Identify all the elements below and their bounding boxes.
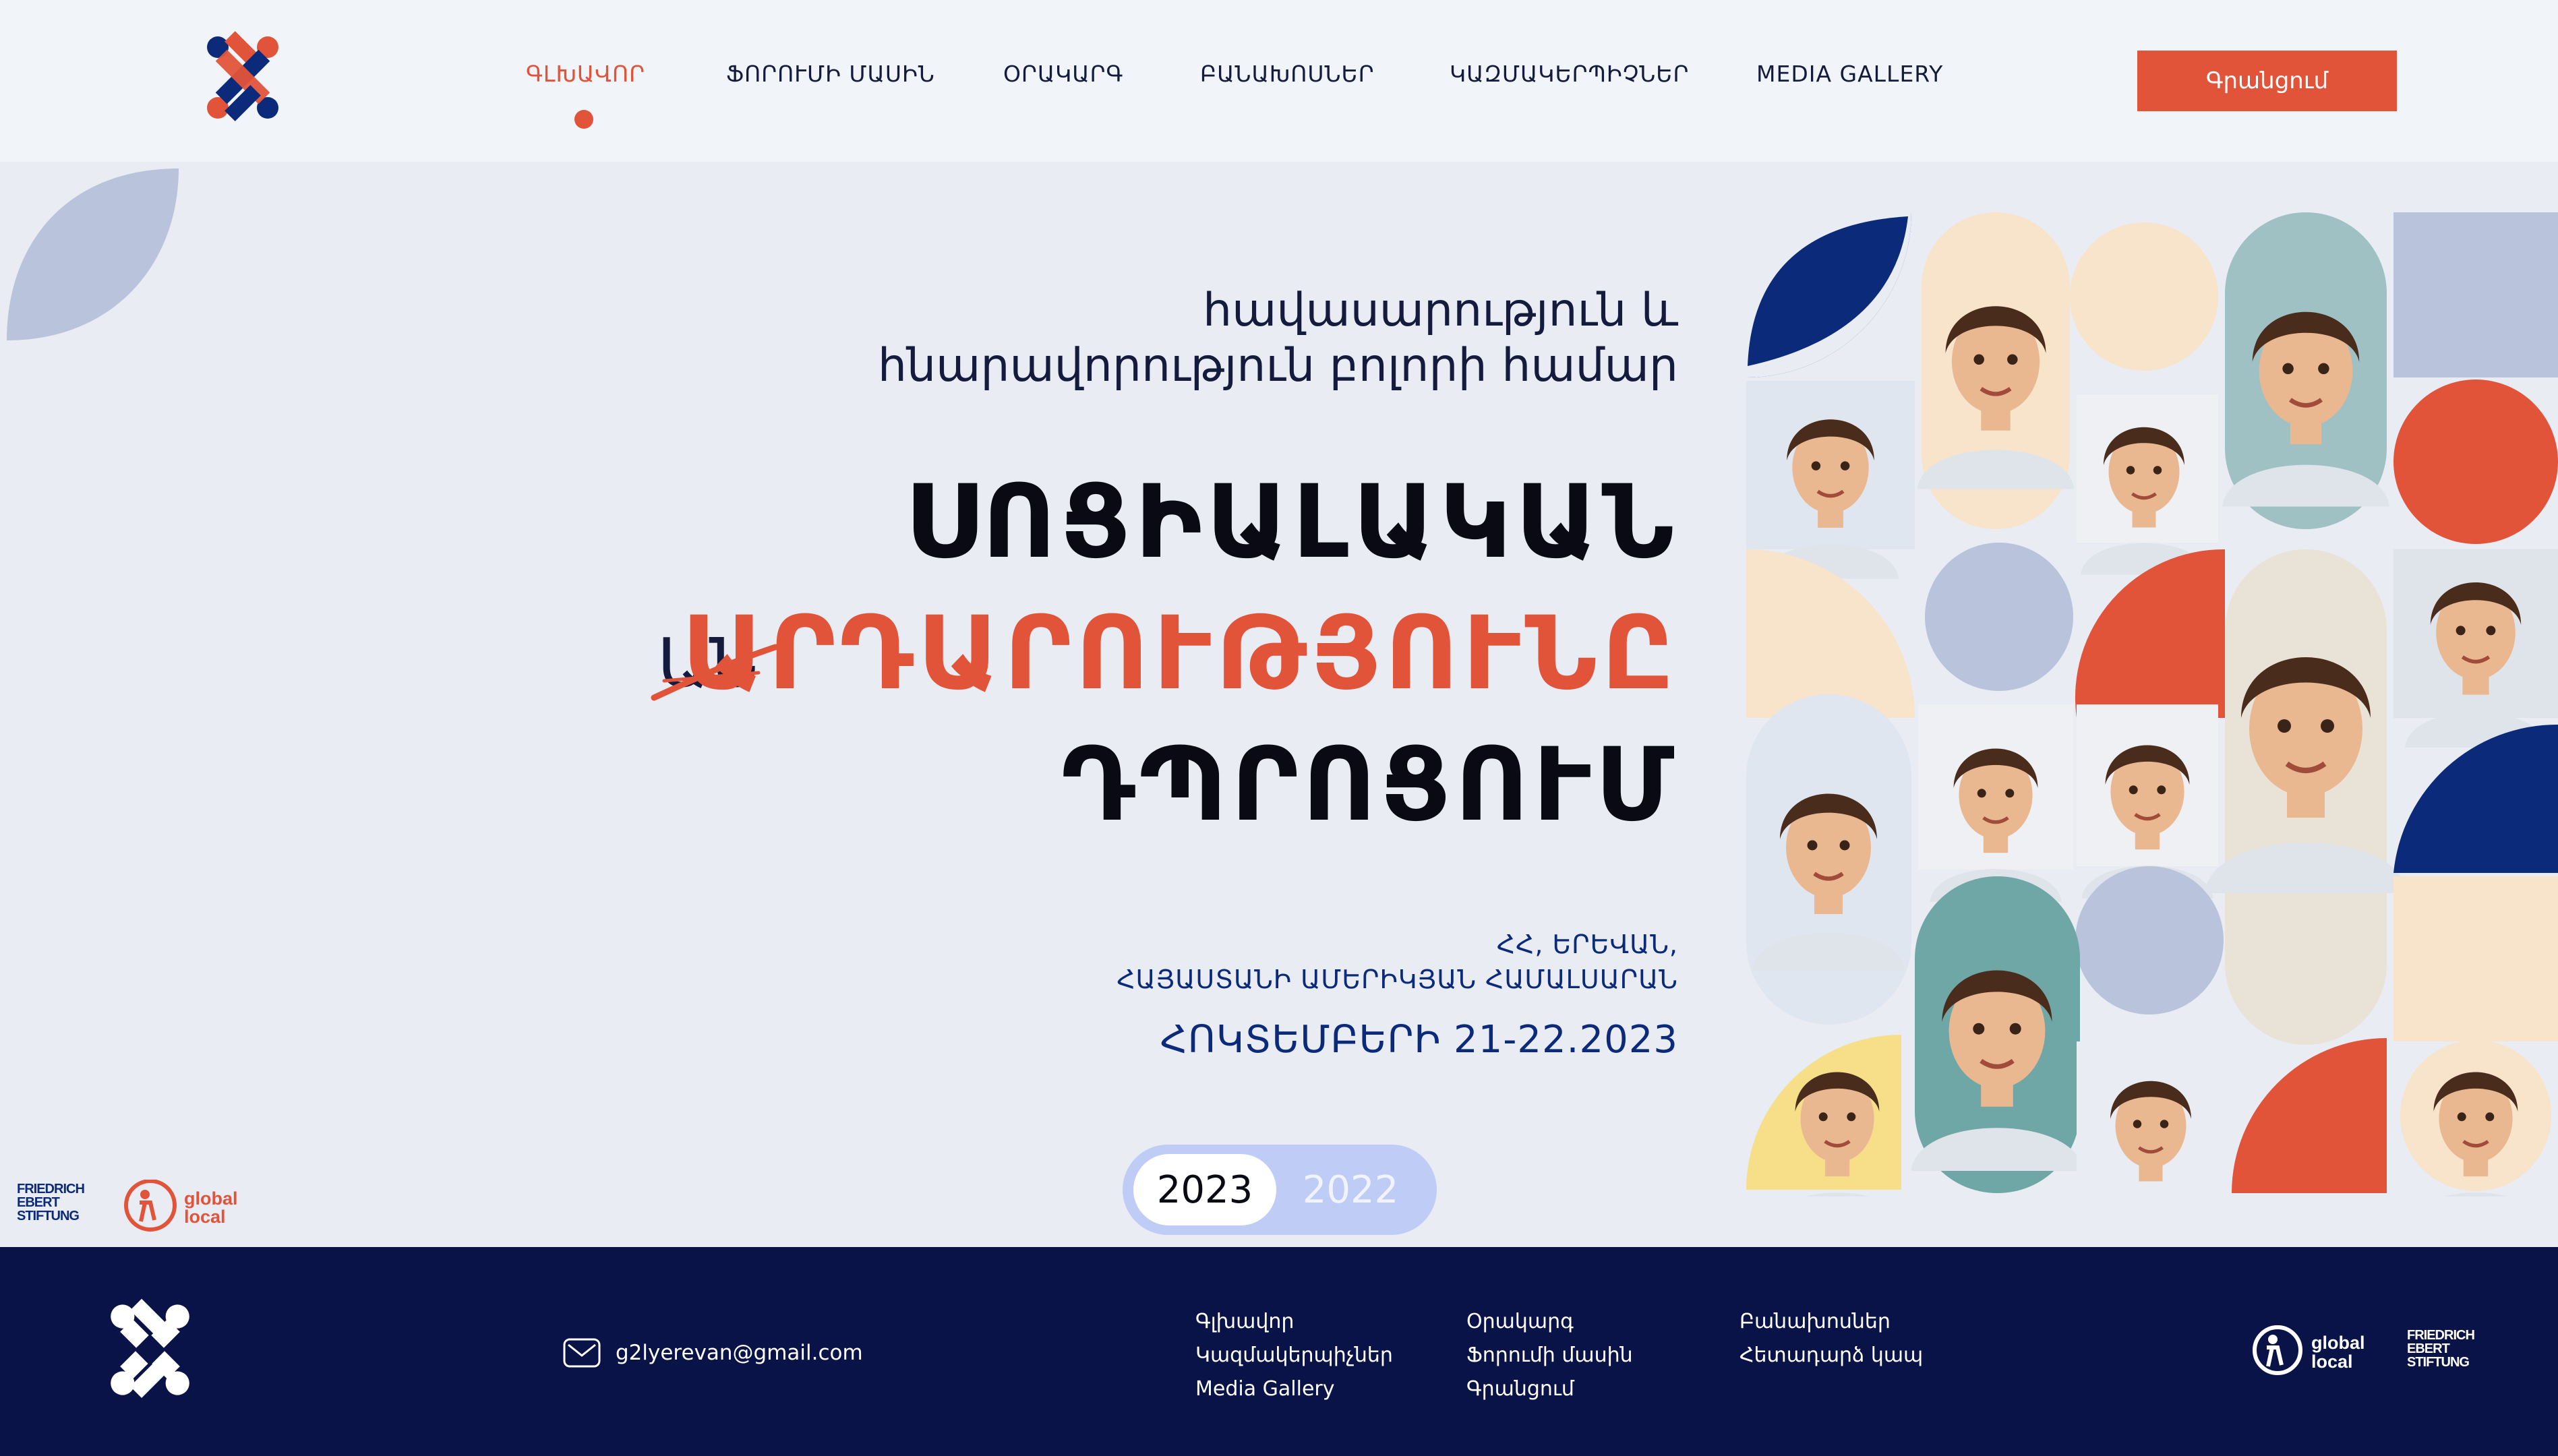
- event-date: ՀՈԿՏԵՄԲԵՐԻ 21-22.2023: [1160, 1018, 1678, 1062]
- footer-email-link[interactable]: g2lyerevan@gmail.com: [563, 1338, 863, 1368]
- footer-email-text: g2lyerevan@gmail.com: [616, 1341, 863, 1365]
- nav-item-about[interactable]: ՖՈՐՈՒՄԻ ՄԱՍԻՆ: [726, 61, 935, 87]
- footer-partner-logos: global local FRIEDRICH EBERT STIFTUNG: [2253, 1325, 2475, 1375]
- hero-title-line-3: ԴՊՐՈՑՈՒՄ: [1061, 727, 1678, 844]
- g2l-top-text: global: [184, 1188, 238, 1209]
- nav-item-organizers[interactable]: ԿԱԶՄԱԿԵՐՊԻՉՆԵՐ: [1450, 61, 1689, 87]
- footer-links-col-1: Գլխավոր Կազմակերպիչներ Media Gallery: [1195, 1305, 1393, 1406]
- fes-logo-line-2: EBERT: [17, 1195, 60, 1210]
- footer-links-col-2: Օրակարգ Ֆորումի մասին Գրանցում: [1466, 1305, 1633, 1406]
- footer-link-speakers[interactable]: Բանախոսներ: [1739, 1305, 1923, 1339]
- tagline-line-1: հավասարություն և: [1203, 284, 1678, 337]
- global-to-local-logo: global local: [124, 1180, 238, 1232]
- footer-link-about[interactable]: Ֆորումի մասին: [1466, 1339, 1633, 1372]
- forum-logo[interactable]: [192, 27, 293, 128]
- footer-fes-line-2: EBERT: [2407, 1341, 2450, 1356]
- site-header: ԳԼԽԱՎՈՐ ՖՈՐՈՒՄԻ ՄԱՍԻՆ ՕՐԱԿԱՐԳ ԲԱՆԱԽՈՍՆԵՐ…: [0, 0, 2558, 162]
- hero-title-line-2: ԱՐԴԱՐՈՒԹՅՈՒՆԸ: [682, 595, 1678, 712]
- event-location: ՀՀ, ԵՐԵՎԱՆ, ՀԱՅԱՍՏԱՆԻ ԱՄԵՐԻԿՅԱՆ ՀԱՄԱԼՍԱՐ…: [1117, 927, 1678, 997]
- year-option-2023[interactable]: 2023: [1133, 1154, 1276, 1225]
- footer-link-register[interactable]: Գրանցում: [1466, 1372, 1633, 1406]
- nav-item-home[interactable]: ԳԼԽԱՎՈՐ: [526, 61, 645, 87]
- fes-logo-line-3: STIFTUNG: [17, 1209, 79, 1223]
- footer-link-home[interactable]: Գլխավոր: [1195, 1305, 1393, 1339]
- footer-global-to-local-logo: global local: [2253, 1325, 2365, 1375]
- fes-logo-line-1: FRIEDRICH: [17, 1182, 84, 1196]
- footer-fes-line-3: STIFTUNG: [2407, 1355, 2469, 1370]
- partner-logos: FRIEDRICH EBERT STIFTUNG global local: [17, 1180, 238, 1232]
- footer-g2l-bottom-text: local: [2311, 1352, 2353, 1372]
- hero-tagline: հավասարություն և հնարավորություն բոլորի …: [878, 283, 1678, 394]
- footer-fes-logo: FRIEDRICH EBERT STIFTUNG: [2407, 1328, 2475, 1370]
- footer-link-agenda[interactable]: Օրակարգ: [1466, 1305, 1633, 1339]
- hero-title-line-1: ՍՈՑԻԱԼԱԿԱՆ: [904, 464, 1678, 581]
- year-switcher: 2023 2022: [1123, 1145, 1437, 1235]
- location-line-2: ՀԱՅԱՍՏԱՆԻ ԱՄԵՐԻԿՅԱՆ ՀԱՄԱԼՍԱՐԱՆ: [1117, 965, 1678, 994]
- nav-item-media-gallery[interactable]: MEDIA GALLERY: [1756, 61, 1943, 87]
- active-nav-indicator: [574, 110, 593, 129]
- footer-logo[interactable]: [94, 1294, 206, 1405]
- footer-link-media-gallery[interactable]: Media Gallery: [1195, 1372, 1393, 1406]
- footer-g2l-top-text: global: [2311, 1333, 2365, 1353]
- g2l-bottom-text: local: [184, 1207, 226, 1227]
- footer-link-organizers[interactable]: Կազմակերպիչներ: [1195, 1339, 1393, 1372]
- footer-links-col-3: Բանախոսներ Հետադարձ կապ: [1739, 1305, 1923, 1372]
- nav-item-agenda[interactable]: ՕՐԱԿԱՐԳ: [1003, 61, 1123, 87]
- mail-icon: [563, 1338, 601, 1368]
- tagline-line-2: հնարավորություն բոլորի համար: [877, 339, 1678, 392]
- footer-fes-line-1: FRIEDRICH: [2407, 1328, 2474, 1343]
- nav-item-speakers[interactable]: ԲԱՆԱԽՈՍՆԵՐ: [1200, 61, 1375, 87]
- fes-logo: FRIEDRICH EBERT STIFTUNG: [17, 1182, 85, 1223]
- footer-link-contact[interactable]: Հետադարձ կապ: [1739, 1339, 1923, 1372]
- year-option-2022[interactable]: 2022: [1279, 1154, 1422, 1225]
- register-button[interactable]: Գրանցում: [2137, 51, 2397, 111]
- children-photo-collage: [1746, 212, 2558, 1196]
- decorative-leaf-shape: [7, 169, 179, 340]
- site-footer: g2lyerevan@gmail.com Գլխավոր Կազմակերպիչ…: [0, 1247, 2558, 1456]
- location-line-1: ՀՀ, ԵՐԵՎԱՆ,: [1496, 930, 1678, 959]
